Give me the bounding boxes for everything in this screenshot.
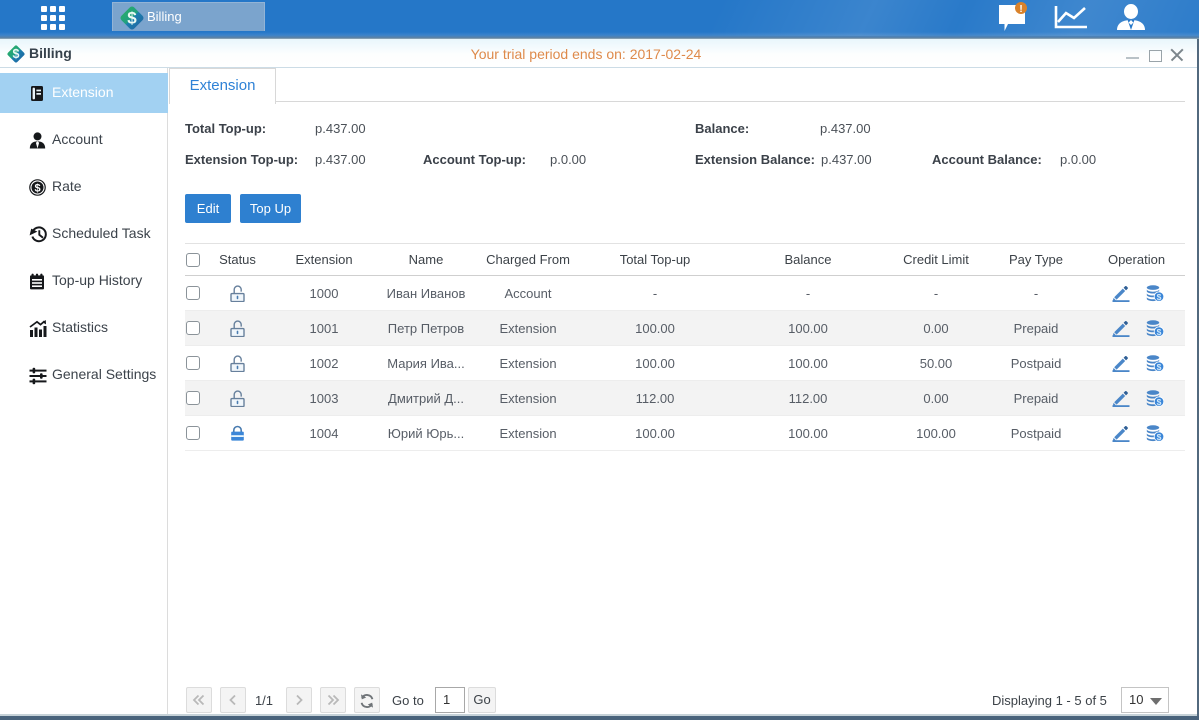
svg-text:$: $ [34,183,40,195]
svg-text:$: $ [1157,327,1162,337]
svg-text:$: $ [127,9,137,28]
svg-text:$: $ [1157,397,1162,407]
svg-text:$: $ [1157,362,1162,372]
svg-text:$: $ [13,47,20,61]
svg-text:!: ! [1019,4,1022,15]
svg-text:$: $ [1157,432,1162,442]
svg-text:$: $ [1157,292,1162,302]
